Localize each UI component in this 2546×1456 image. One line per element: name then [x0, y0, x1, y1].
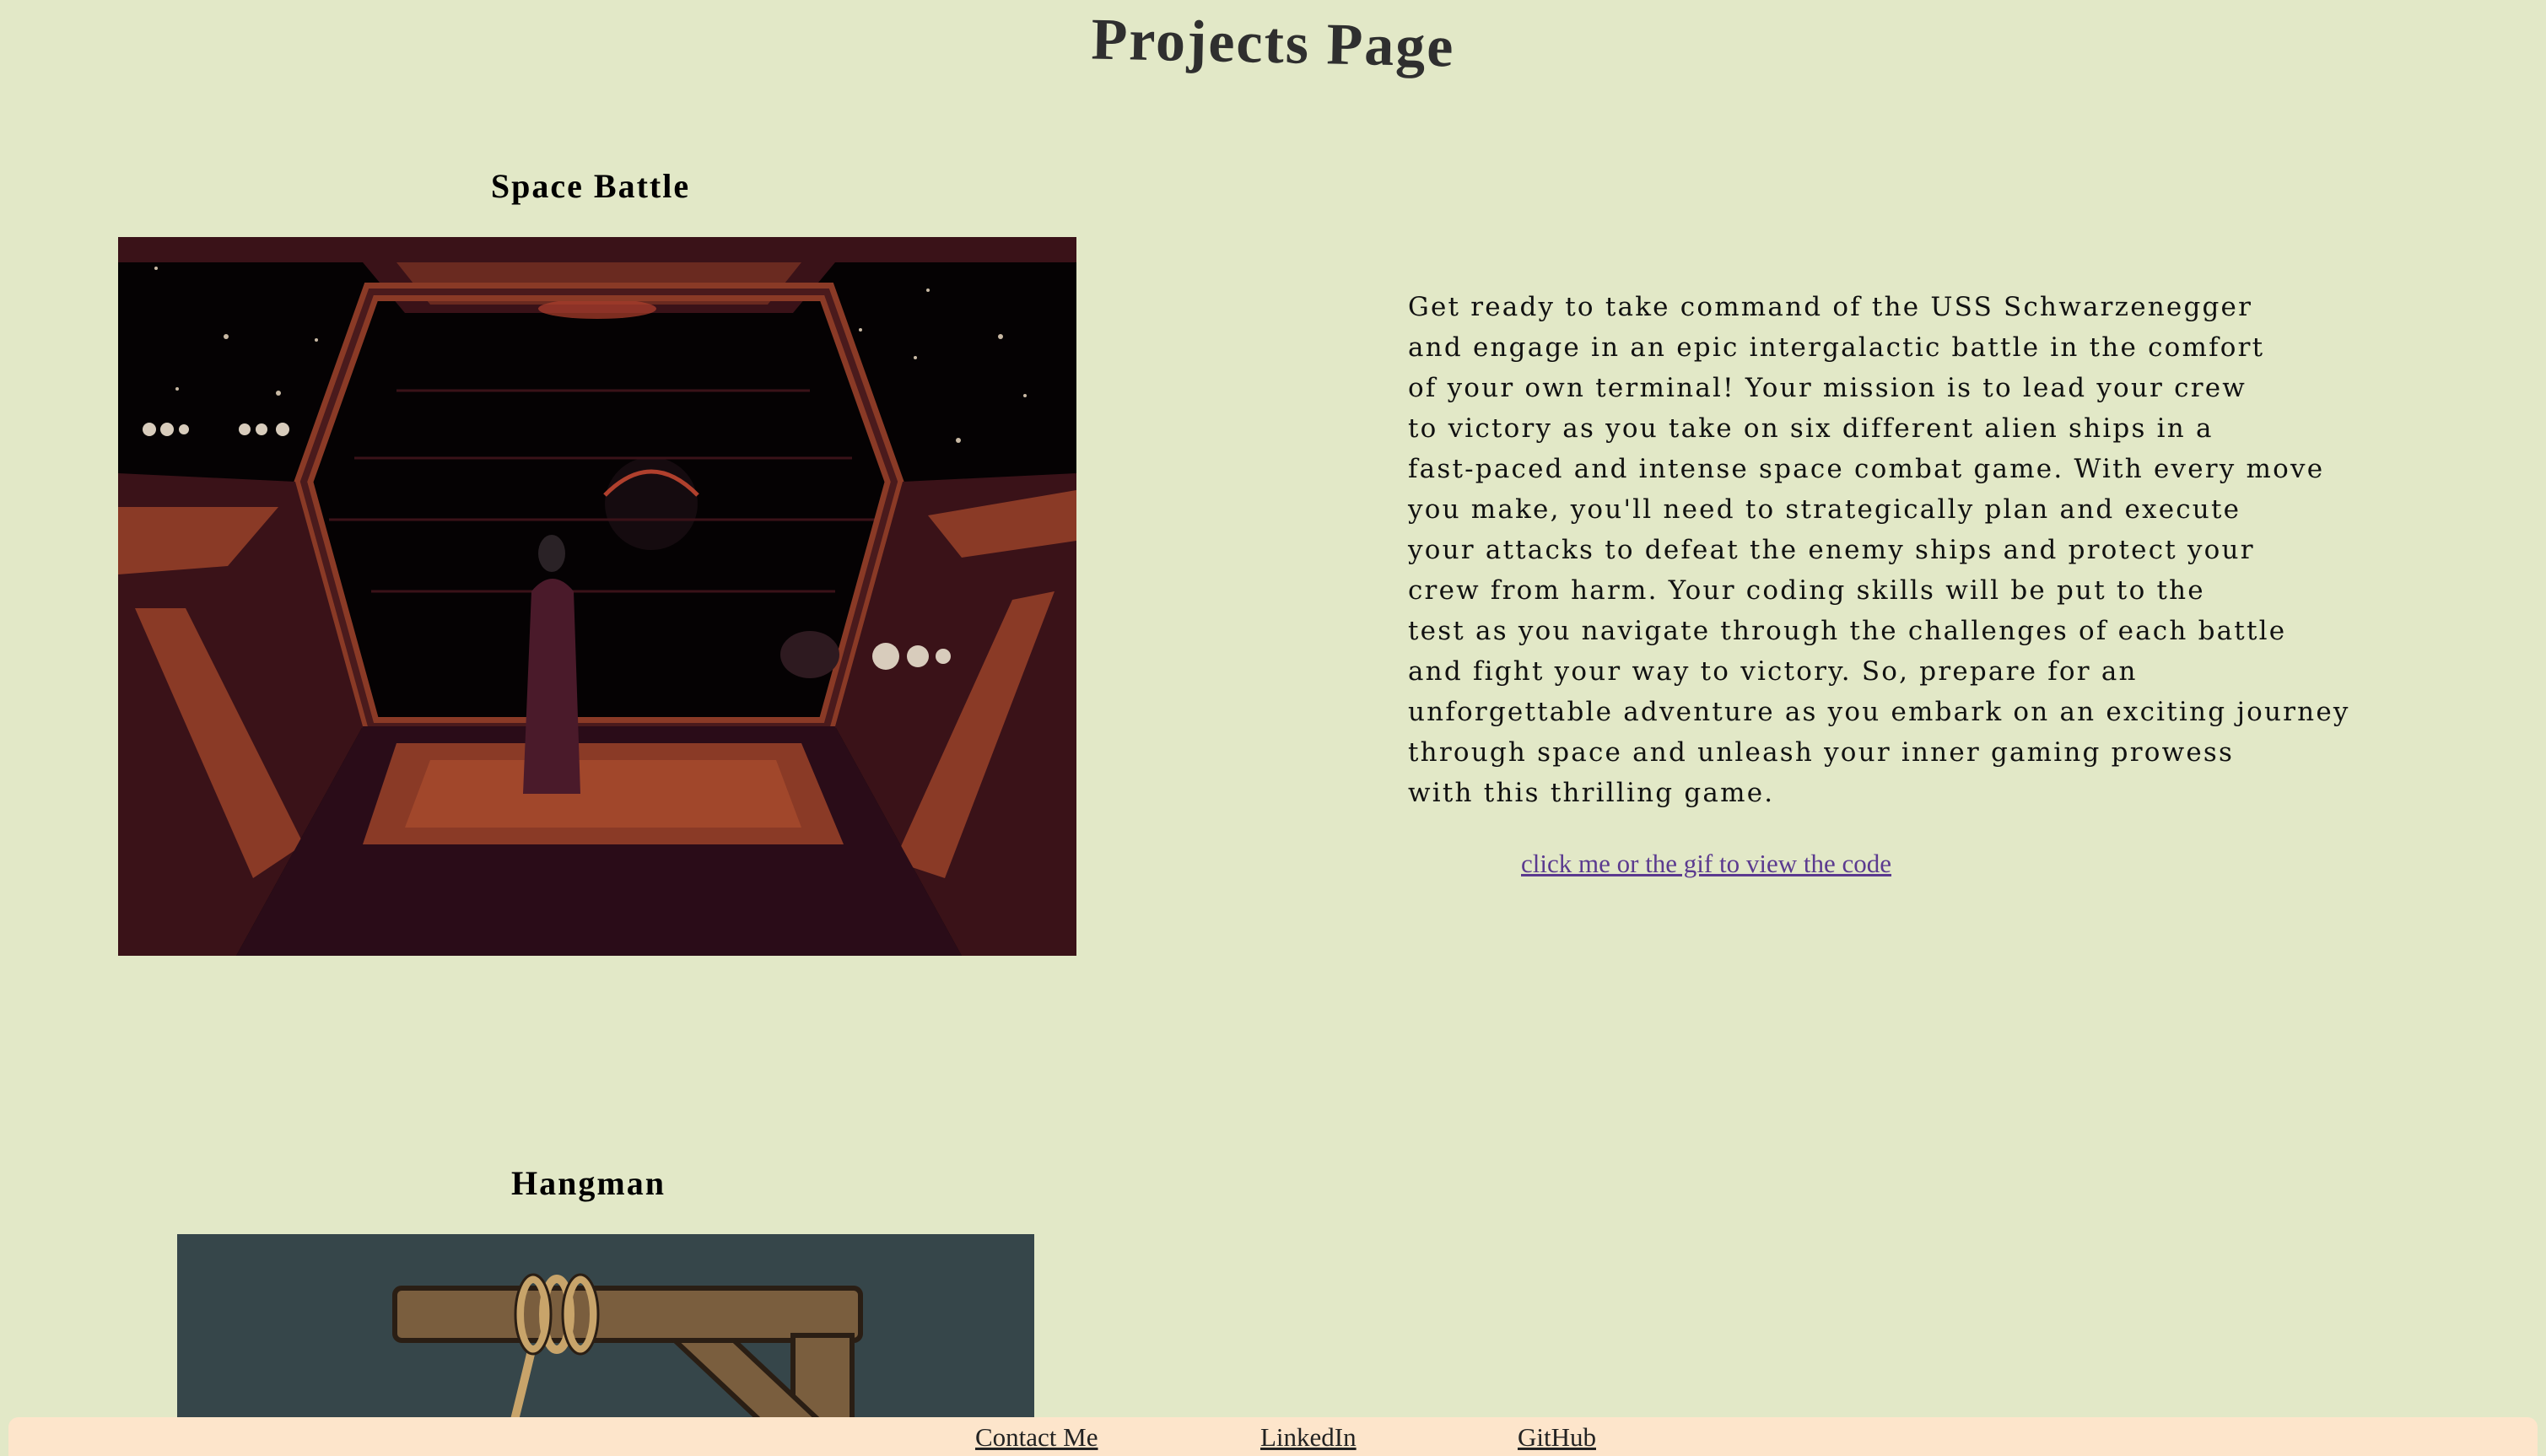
description-line: with this thrilling game.: [1408, 778, 1775, 808]
project-heading-hangman: Hangman: [511, 1164, 666, 1202]
space-battle-scene: [118, 237, 1076, 956]
view-code-link[interactable]: click me or the gif to view the code: [1521, 844, 1891, 884]
project-heading-space-battle: Space Battle: [490, 167, 691, 205]
description-line: unforgettable adventure as you embark on…: [1408, 697, 2350, 727]
description-line: your attacks to defeat the enemy ships a…: [1408, 535, 2255, 565]
description-line: and fight your way to victory. So, prepa…: [1408, 656, 2138, 687]
hangman-scene: [177, 1234, 1034, 1420]
space-battle-description: Get ready to take command of the USS Sch…: [1408, 287, 2350, 813]
page-title: Projects Page: [1090, 7, 1456, 80]
description-line: through space and unleash your inner gam…: [1408, 737, 2235, 768]
description-line: Get ready to take command of the USS Sch…: [1408, 292, 2253, 322]
description-line: you make, you'll need to strategically p…: [1408, 494, 2241, 525]
projects-page: Projects Page Space Battle Get ready to …: [0, 0, 2546, 1456]
description-line: test as you navigate through the challen…: [1408, 616, 2287, 646]
hangman-gif[interactable]: [177, 1234, 1034, 1420]
space-battle-gif[interactable]: [118, 237, 1076, 956]
description-line: of your own terminal! Your mission is to…: [1408, 373, 2247, 403]
footer: Contact Me LinkedIn GitHub: [8, 1417, 2538, 1456]
description-line: fast-paced and intense space combat game…: [1408, 454, 2325, 484]
description-line: crew from harm. Your coding skills will …: [1408, 575, 2205, 606]
description-line: and engage in an epic intergalactic batt…: [1408, 332, 2265, 363]
linkedin-link[interactable]: LinkedIn: [1260, 1419, 1357, 1456]
github-link[interactable]: GitHub: [1518, 1419, 1596, 1456]
contact-me-link[interactable]: Contact Me: [975, 1419, 1098, 1456]
description-line: to victory as you take on six different …: [1408, 413, 2214, 444]
